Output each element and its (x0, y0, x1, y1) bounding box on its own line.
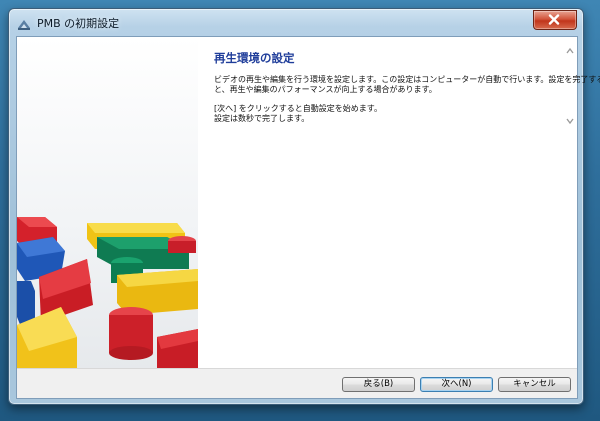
page-heading: 再生環境の設定 (214, 51, 295, 65)
window-title: PMB の初期設定 (37, 17, 120, 30)
button-bar: 戻る(B) 次へ(N) キャンセル (17, 368, 577, 398)
scroll-up-arrow-icon[interactable] (565, 46, 575, 56)
close-icon (548, 14, 560, 25)
scroll-down-arrow-icon[interactable] (565, 116, 575, 126)
vertical-scrollbar[interactable] (565, 46, 575, 366)
title-bar[interactable]: PMB の初期設定 (9, 9, 583, 35)
dialog-client-area: 再生環境の設定 ビデオの再生や編集を行う環境を設定します。この設定はコンピュータ… (16, 36, 600, 399)
pmb-app-icon (17, 16, 31, 30)
instruction-line-1: [次へ] をクリックすると自動設定を始めます。 (214, 104, 382, 113)
next-button[interactable]: 次へ(N) (420, 377, 493, 392)
toy-blocks-illustration (17, 37, 198, 369)
close-button[interactable] (533, 10, 577, 30)
instruction-line-2: 設定は数秒で完了します。 (214, 114, 310, 123)
back-button[interactable]: 戻る(B) (342, 377, 415, 392)
cancel-button[interactable]: キャンセル (498, 377, 571, 392)
description-line-2: と、再生や編集のパフォーマンスが向上する場合があります。 (214, 85, 437, 94)
setup-dialog: PMB の初期設定 再生環境の設定 ビデオの再生や編集を行う環境を設定します。こ… (8, 8, 600, 405)
description-line-1: ビデオの再生や編集を行う環境を設定します。この設定はコンピューターが自動で行いま… (214, 75, 600, 84)
